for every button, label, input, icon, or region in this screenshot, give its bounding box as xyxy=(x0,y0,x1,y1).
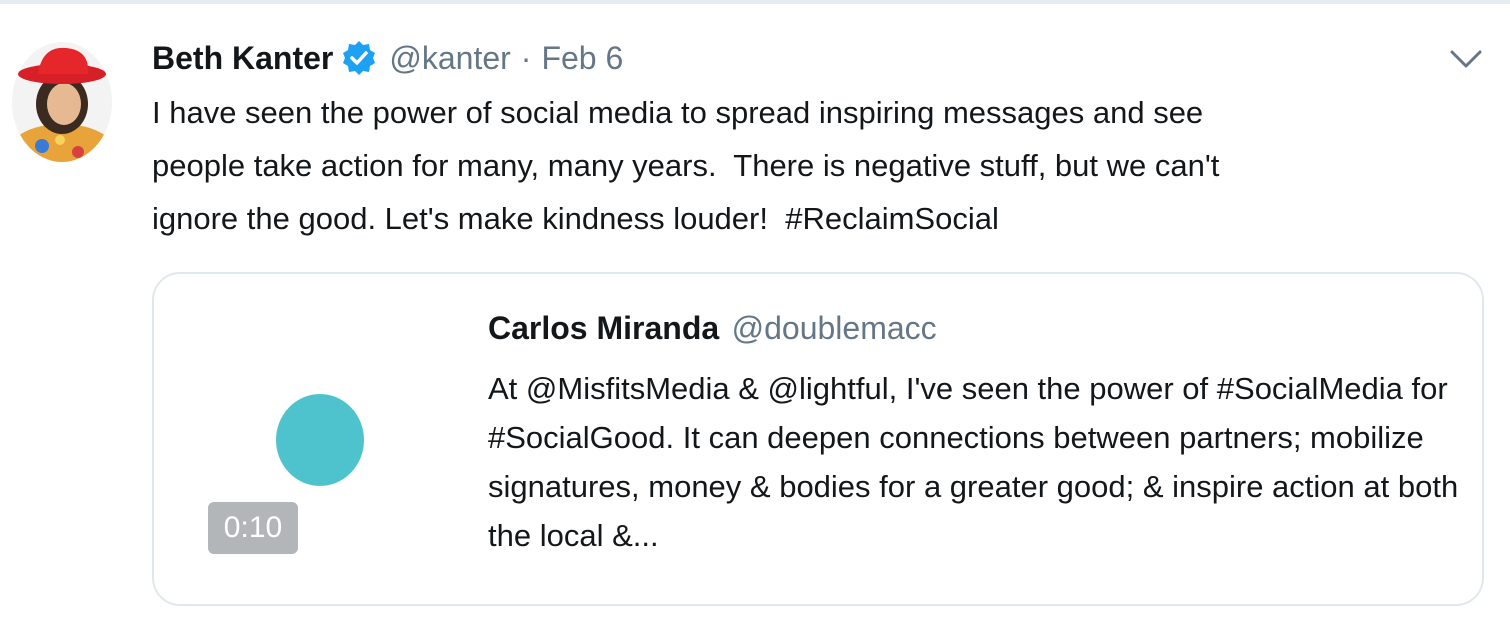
avatar[interactable] xyxy=(12,42,112,162)
video-thumbnail[interactable]: 0:10 xyxy=(154,274,474,604)
tweet-text: I have seen the power of social media to… xyxy=(152,95,1220,236)
quoted-author-handle: @doublemacc xyxy=(731,310,937,346)
chevron-down-icon[interactable] xyxy=(1448,44,1484,74)
video-preview-circle xyxy=(276,394,364,486)
separator-dot: · xyxy=(520,39,532,76)
video-duration-badge: 0:10 xyxy=(208,502,298,554)
quoted-tweet-card[interactable]: 0:10 Carlos Miranda @doublemacc At @Misf… xyxy=(152,272,1484,606)
quoted-tweet-text: At @MisfitsMedia & @lightful, I've seen … xyxy=(488,371,1459,553)
author-name[interactable]: Beth Kanter xyxy=(152,40,333,77)
quoted-tweet-header: Carlos Miranda @doublemacc xyxy=(488,310,937,347)
author-handle[interactable]: @kanter xyxy=(389,40,510,77)
avatar-image xyxy=(12,42,112,162)
tweet-header: Beth Kanter @kanter · Feb 6 xyxy=(152,36,623,80)
verified-badge-icon xyxy=(341,40,377,76)
quoted-author-name: Carlos Miranda xyxy=(488,310,720,346)
tweet-date[interactable]: Feb 6 xyxy=(541,40,623,77)
top-divider xyxy=(0,0,1510,4)
